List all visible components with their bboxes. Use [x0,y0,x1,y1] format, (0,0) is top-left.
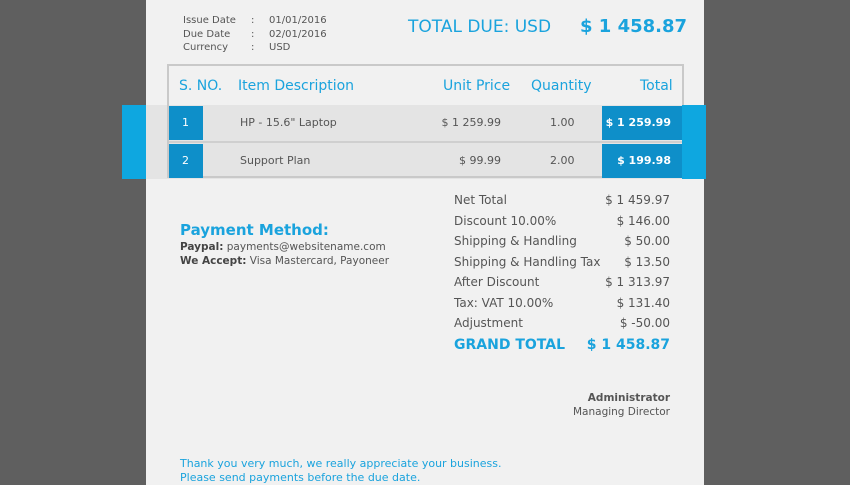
table-accent-left [122,105,146,179]
total-due-value: $ 1 458.87 [580,16,688,37]
row-total: $ 1 259.99 [602,106,682,140]
grand-total-value: $ 1 458.87 [586,337,670,353]
summary-value: $ 1 313.97 [605,275,670,289]
header-item-description: Item Description [238,78,355,94]
header-sno: S. NO. [179,78,223,94]
accepted-methods-line: We Accept: Visa Mastercard, Payoneer [180,255,389,267]
meta-separator: : [251,28,255,40]
paypal-line: Paypal: payments@websitename.com [180,241,386,253]
due-date-label: Due Date [183,28,231,40]
summary-label: After Discount [454,275,540,289]
due-date-row: Due Date : 02/01/2016 [183,28,327,42]
invoice-page: Issue Date : 01/01/2016 Due Date : 02/01… [146,0,704,485]
summary-value: $ 146.00 [616,213,670,228]
footer-payment-note: Please send payments before the due date… [180,471,421,484]
meta-separator: : [251,42,255,53]
issue-date-value: 01/01/2016 [269,15,327,26]
summary-value: $ 131.40 [616,295,670,310]
row-unit-price: $ 1 259.99 [441,116,501,129]
summary-adjustment: Adjustment $ -50.00 [454,316,670,336]
currency-value: USD [269,42,291,53]
paypal-label: Paypal: [180,241,224,253]
due-date-value: 02/01/2016 [269,28,327,40]
row-quantity: 1.00 [550,116,575,129]
summary-after-discount: After Discount $ 1 313.97 [454,275,670,295]
header-quantity: Quantity [531,78,592,94]
summary-label: Shipping & Handling Tax [454,254,601,269]
currency-label: Currency [183,42,229,53]
summary-discount: Discount 10.00% $ 146.00 [454,214,670,234]
row-quantity: 2.00 [550,154,575,167]
signatory-name: Administrator [587,392,670,404]
summary-net-total: Net Total $ 1 459.97 [454,193,670,213]
summary-shipping-tax: Shipping & Handling Tax $ 13.50 [454,255,670,275]
accepted-methods: Visa Mastercard, Payoneer [249,255,390,267]
table-accent-right [682,105,706,179]
summary-label: Net Total [454,193,507,207]
currency-row: Currency : USD [183,41,327,55]
row-description: Support Plan [240,154,311,167]
header-total: Total [640,78,673,94]
summary-value: $ -50.00 [619,316,670,330]
issue-date-label: Issue Date [183,15,236,26]
summary-value: $ 50.00 [624,234,670,248]
summary-label: Shipping & Handling [454,234,577,248]
paypal-email: payments@websitename.com [226,241,386,253]
row-sno: 1 [169,106,203,140]
summary-label: Tax: VAT 10.00% [454,295,554,310]
meta-separator: : [251,15,255,26]
row-unit-price: $ 99.99 [459,154,501,167]
row-sno: 2 [169,144,203,178]
accept-label: We Accept: [180,255,247,267]
summary-tax: Tax: VAT 10.00% $ 131.40 [454,296,670,316]
header-unit-price: Unit Price [443,78,511,94]
row-description: HP - 15.6" Laptop [240,116,337,129]
total-due-label: TOTAL DUE: USD [408,17,552,37]
summary-value: $ 1 459.97 [605,193,670,207]
summary-shipping: Shipping & Handling $ 50.00 [454,234,670,254]
summary-label: Adjustment [454,316,523,330]
payment-method-title: Payment Method: [180,221,329,239]
summary-value: $ 13.50 [624,254,670,269]
issue-date-row: Issue Date : 01/01/2016 [183,14,327,28]
signatory-title: Managing Director [572,406,670,418]
footer-thanks: Thank you very much, we really appreciat… [180,457,502,470]
summary-label: Discount 10.00% [454,213,557,228]
invoice-meta: Issue Date : 01/01/2016 Due Date : 02/01… [183,14,327,55]
row-total: $ 199.98 [602,144,682,178]
grand-total-label: GRAND TOTAL [454,337,565,353]
